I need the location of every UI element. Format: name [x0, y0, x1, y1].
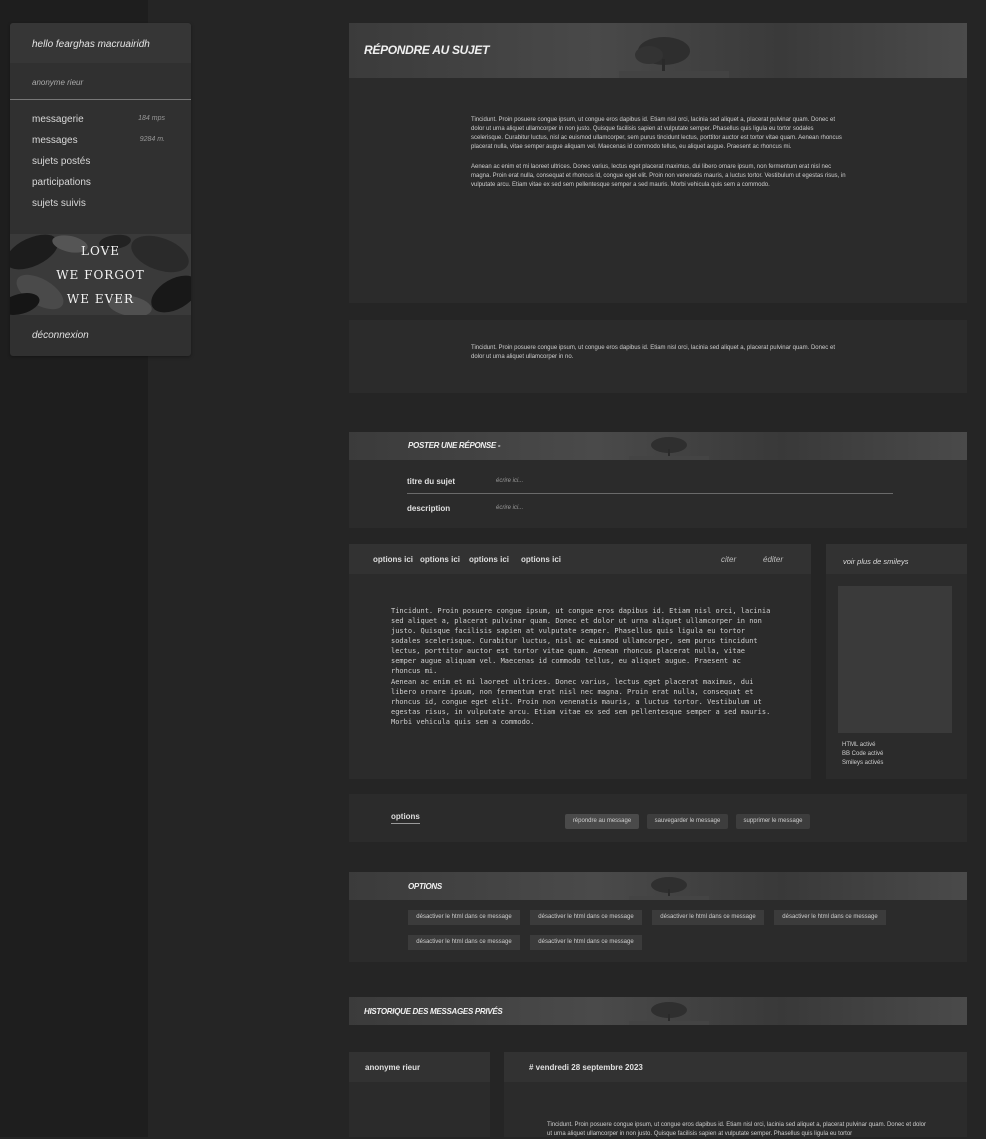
notice-text: Tincidunt. Proin posuere congue ipsum, u…	[471, 345, 835, 360]
editor-textarea[interactable]: Tincidunt. Proin posuere congue ipsum, u…	[391, 606, 771, 676]
logout-link[interactable]: déconnexion	[32, 330, 89, 341]
history-header: HISTORIQUE DES MESSAGES PRIVÉS	[349, 997, 967, 1025]
sidebar-item-label: sujets postés	[32, 156, 91, 167]
history-date: # vendredi 28 septembre 2023	[529, 1063, 643, 1072]
options-header: OPTIONS	[349, 872, 967, 900]
description-label: description	[407, 504, 451, 513]
subject-label: titre du sujet	[407, 477, 456, 486]
sidebar-item-messages[interactable]: messages 9284 m.	[10, 135, 191, 156]
banner-text: LOVE WE FORGOT WE EVER	[56, 244, 145, 306]
disable-html-chip[interactable]: désactiver le html dans ce message	[408, 910, 520, 925]
notice-panel: Tincidunt. Proin posuere congue ipsum, u…	[349, 320, 967, 393]
reply-header: RÉPONDRE AU SUJET	[349, 23, 967, 78]
editor-option-3[interactable]: options ici	[469, 555, 509, 564]
post-reply-header: POSTER UNE RÉPONSE -	[349, 432, 967, 460]
tree-icon	[629, 877, 709, 900]
more-smileys-link[interactable]: voir plus de smileys	[843, 557, 908, 566]
greeting: hello fearghas macruairidh	[10, 23, 191, 63]
history-title: HISTORIQUE DES MESSAGES PRIVÉS	[364, 1007, 503, 1016]
save-message-button[interactable]: sauvegarder le message	[647, 814, 728, 829]
description-input[interactable]: écrire ici...	[496, 505, 523, 511]
editor-textarea-continued[interactable]: Aenean ac enim et mi laoreet ultrices. D…	[391, 677, 771, 727]
tree-icon	[629, 437, 709, 460]
actions-panel: options répondre au message sauvegarder …	[349, 794, 967, 842]
quote-button[interactable]: citer	[721, 555, 736, 564]
sidebar-menu: messagerie 184 mps messages 9284 m. sujets…	[10, 100, 191, 219]
editor-option-1[interactable]: options ici	[373, 555, 413, 564]
editor-toolbar: options ici options ici options ici opti…	[349, 544, 811, 574]
user-rank: anonyme rieur	[10, 63, 191, 100]
disable-html-chip[interactable]: désactiver le html dans ce message	[530, 935, 642, 950]
sidebar-item-sujets-suivis[interactable]: sujets suivis	[10, 198, 191, 219]
sidebar-item-label: messages	[32, 135, 78, 146]
history-author-panel: anonyme rieur	[349, 1052, 490, 1137]
edit-button[interactable]: éditer	[763, 555, 783, 564]
post-reply-panel: POSTER UNE RÉPONSE - titre du sujet écri…	[349, 432, 967, 528]
sidebar-item-label: messagerie	[32, 114, 84, 125]
reply-title: RÉPONDRE AU SUJET	[364, 43, 490, 57]
reply-message-button[interactable]: répondre au message	[565, 814, 639, 829]
sidebar-item-count: 184 mps	[138, 115, 165, 122]
history-author: anonyme rieur	[365, 1063, 421, 1072]
sidebar-item-participations[interactable]: participations	[10, 177, 191, 198]
options-panel: OPTIONS désactiver le html dans ce messa…	[349, 872, 967, 962]
smileys-header: voir plus de smileys	[826, 544, 967, 574]
editor-panel: options ici options ici options ici opti…	[349, 544, 811, 779]
user-sidebar: hello fearghas macruairidh anonyme rieur…	[10, 23, 191, 356]
divider	[407, 493, 893, 494]
reply-text-1: Tincidunt. Proin posuere congue ipsum, u…	[471, 117, 842, 150]
options-tab[interactable]: options	[391, 812, 420, 824]
editor-status: HTML activé BB Code activé Smileys activ…	[842, 742, 884, 766]
tree-icon	[619, 37, 729, 78]
subject-input[interactable]: écrire ici...	[496, 478, 523, 484]
smileys-panel: voir plus de smileys HTML activé BB Code…	[826, 544, 967, 779]
sidebar-item-messagerie[interactable]: messagerie 184 mps	[10, 114, 191, 135]
disable-html-chip[interactable]: désactiver le html dans ce message	[408, 935, 520, 950]
sidebar-item-label: sujets suivis	[32, 198, 86, 209]
editor-option-2[interactable]: options ici	[420, 555, 460, 564]
history-message-panel: # vendredi 28 septembre 2023 Tincidunt. …	[504, 1052, 967, 1137]
sidebar-item-count: 9284 m.	[139, 136, 165, 143]
disable-html-chip[interactable]: désactiver le html dans ce message	[530, 910, 642, 925]
options-title: OPTIONS	[408, 882, 442, 891]
disable-html-chip[interactable]: désactiver le html dans ce message	[774, 910, 886, 925]
profile-banner-image: LOVE WE FORGOT WE EVER	[10, 234, 191, 315]
reply-text-2: Aenean ac enim et mi laoreet ultrices. D…	[471, 164, 846, 188]
history-text: Tincidunt. Proin posuere congue ipsum, u…	[547, 1122, 926, 1137]
delete-message-button[interactable]: supprimer le message	[736, 814, 810, 829]
post-reply-title: POSTER UNE RÉPONSE -	[408, 441, 501, 450]
smileys-box[interactable]	[838, 586, 952, 733]
history-message-header: # vendredi 28 septembre 2023	[504, 1052, 967, 1082]
reply-panel: RÉPONDRE AU SUJET Tincidunt. Proin posue…	[349, 23, 967, 303]
editor-option-4[interactable]: options ici	[521, 555, 561, 564]
history-author-header: anonyme rieur	[349, 1052, 490, 1082]
tree-icon	[629, 1002, 709, 1025]
disable-html-chip[interactable]: désactiver le html dans ce message	[652, 910, 764, 925]
sidebar-item-label: participations	[32, 177, 91, 188]
sidebar-item-sujets-postes[interactable]: sujets postés	[10, 156, 191, 177]
